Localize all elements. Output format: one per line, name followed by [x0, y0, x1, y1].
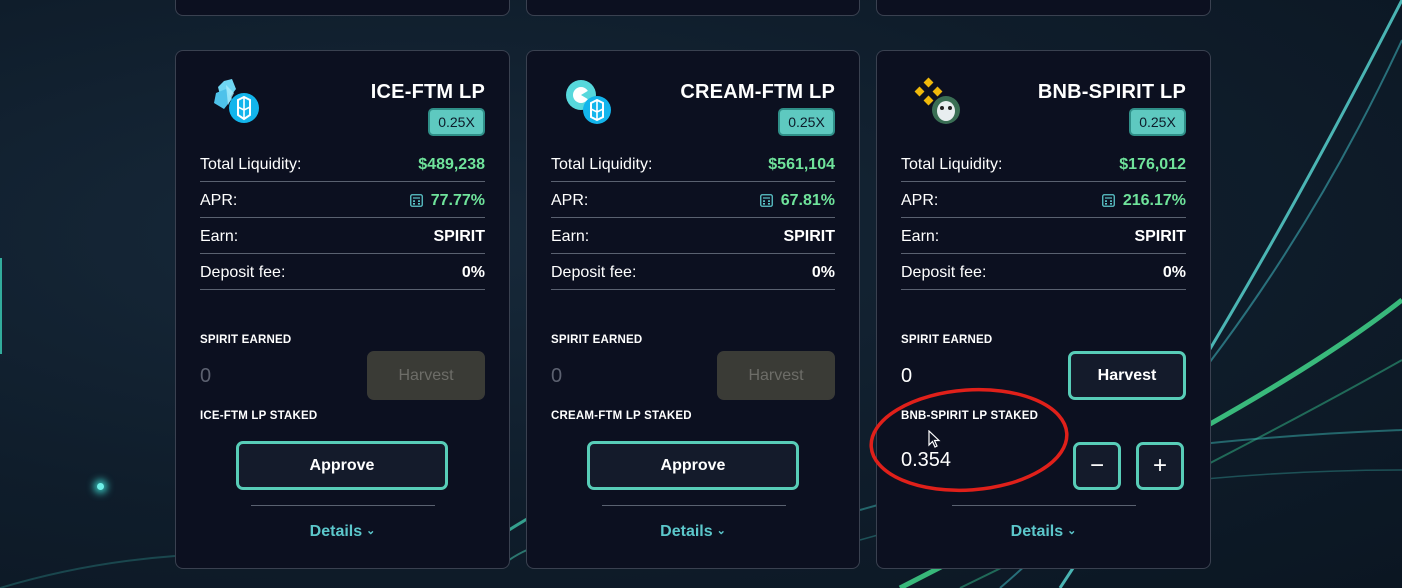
deposit-fee-row: Deposit fee: 0%	[200, 256, 485, 290]
harvest-button[interactable]: Harvest	[1068, 351, 1186, 400]
card-top-stub	[526, 0, 860, 16]
lp-staked-label: BNB-SPIRIT LP STAKED	[901, 410, 1039, 422]
deposit-fee-label: Deposit fee:	[901, 263, 987, 281]
farm-name: CREAM-FTM LP	[680, 81, 835, 103]
left-edge-accent	[0, 258, 2, 354]
apr-row: APR: 216.17%	[901, 184, 1186, 218]
spirit-earned-value: 0	[901, 365, 913, 387]
earn-value: SPIRIT	[1134, 227, 1186, 245]
calculator-icon[interactable]	[1101, 194, 1115, 207]
lp-staked-label: ICE-FTM LP STAKED	[200, 410, 318, 422]
details-toggle[interactable]: Details ⌄	[176, 523, 509, 541]
deposit-fee-value: 0%	[1162, 263, 1186, 281]
total-liquidity-value: $489,238	[418, 155, 485, 173]
spirit-earned-value: 0	[551, 365, 563, 387]
details-divider	[602, 505, 786, 506]
details-label: Details	[309, 523, 363, 540]
details-toggle[interactable]: Details ⌄	[877, 523, 1210, 541]
ice-ftm-logo-icon	[214, 79, 259, 123]
total-liquidity-row: Total Liquidity: $561,104	[551, 148, 835, 182]
multiplier-badge: 0.25X	[1129, 108, 1186, 136]
apr-value: 216.17%	[1122, 191, 1186, 209]
total-liquidity-row: Total Liquidity: $489,238	[200, 148, 485, 182]
earn-value: SPIRIT	[783, 227, 835, 245]
calculator-icon[interactable]	[409, 194, 423, 207]
chevron-down-icon: ⌄	[716, 525, 726, 537]
chevron-down-icon: ⌄	[366, 525, 376, 537]
bnb-spirit-logo-icon	[914, 77, 960, 124]
deposit-fee-row: Deposit fee: 0%	[551, 256, 835, 290]
total-liquidity-value: $561,104	[768, 155, 835, 173]
farm-name: ICE-FTM LP	[370, 81, 485, 103]
spirit-earned-label: SPIRIT EARNED	[901, 334, 993, 346]
total-liquidity-row: Total Liquidity: $176,012	[901, 148, 1186, 182]
apr-label: APR:	[901, 191, 939, 209]
earn-label: Earn:	[200, 227, 239, 245]
stake-plus-button[interactable]: +	[1136, 442, 1184, 490]
spirit-earned-value: 0	[200, 365, 212, 387]
harvest-button[interactable]: Harvest	[717, 351, 835, 400]
apr-label: APR:	[551, 191, 589, 209]
deposit-fee-label: Deposit fee:	[200, 263, 286, 281]
earn-row: Earn: SPIRIT	[901, 220, 1186, 254]
apr-value: 67.81%	[780, 191, 835, 209]
farm-name: BNB-SPIRIT LP	[1037, 81, 1186, 103]
total-liquidity-label: Total Liquidity:	[901, 155, 1003, 173]
apr-row: APR: 77.77%	[200, 184, 485, 218]
deposit-fee-label: Deposit fee:	[551, 263, 637, 281]
lp-staked-value: 0.354	[901, 449, 952, 471]
total-liquidity-value: $176,012	[1119, 155, 1186, 173]
earn-label: Earn:	[551, 227, 590, 245]
farm-card-cream-ftm: CREAM-FTM LP 0.25X Total Liquidity: $561…	[526, 50, 860, 569]
apr-value: 77.77%	[430, 191, 485, 209]
earn-row: Earn: SPIRIT	[551, 220, 835, 254]
earn-row: Earn: SPIRIT	[200, 220, 485, 254]
glow-dot	[97, 483, 104, 490]
multiplier-badge: 0.25X	[778, 108, 835, 136]
total-liquidity-label: Total Liquidity:	[551, 155, 653, 173]
calculator-icon[interactable]	[759, 194, 773, 207]
details-label: Details	[660, 523, 713, 540]
spirit-earned-label: SPIRIT EARNED	[551, 334, 643, 346]
earn-label: Earn:	[901, 227, 940, 245]
deposit-fee-value: 0%	[811, 263, 835, 281]
card-top-stub	[175, 0, 510, 16]
lp-staked-label: CREAM-FTM LP STAKED	[551, 410, 692, 422]
deposit-fee-row: Deposit fee: 0%	[901, 256, 1186, 290]
approve-button[interactable]: Approve	[236, 441, 448, 490]
apr-row: APR: 67.81%	[551, 184, 835, 218]
deposit-fee-value: 0%	[461, 263, 485, 281]
unstake-minus-button[interactable]: −	[1073, 442, 1121, 490]
earn-value: SPIRIT	[433, 227, 485, 245]
farm-card-ice-ftm: ICE-FTM LP 0.25X Total Liquidity: $489,2…	[175, 50, 510, 569]
details-label: Details	[1010, 523, 1064, 540]
details-toggle[interactable]: Details ⌄	[527, 523, 859, 541]
chevron-down-icon: ⌄	[1067, 525, 1077, 537]
farm-card-bnb-spirit: BNB-SPIRIT LP 0.25X Total Liquidity: $17…	[876, 50, 1211, 569]
card-top-stub	[876, 0, 1211, 16]
approve-button[interactable]: Approve	[587, 441, 799, 490]
multiplier-badge: 0.25X	[428, 108, 485, 136]
apr-label: APR:	[200, 191, 238, 209]
total-liquidity-label: Total Liquidity:	[200, 155, 302, 173]
spirit-earned-label: SPIRIT EARNED	[200, 334, 292, 346]
details-divider	[952, 505, 1136, 506]
cream-ftm-logo-icon	[566, 80, 611, 124]
details-divider	[251, 505, 435, 506]
harvest-button[interactable]: Harvest	[367, 351, 485, 400]
